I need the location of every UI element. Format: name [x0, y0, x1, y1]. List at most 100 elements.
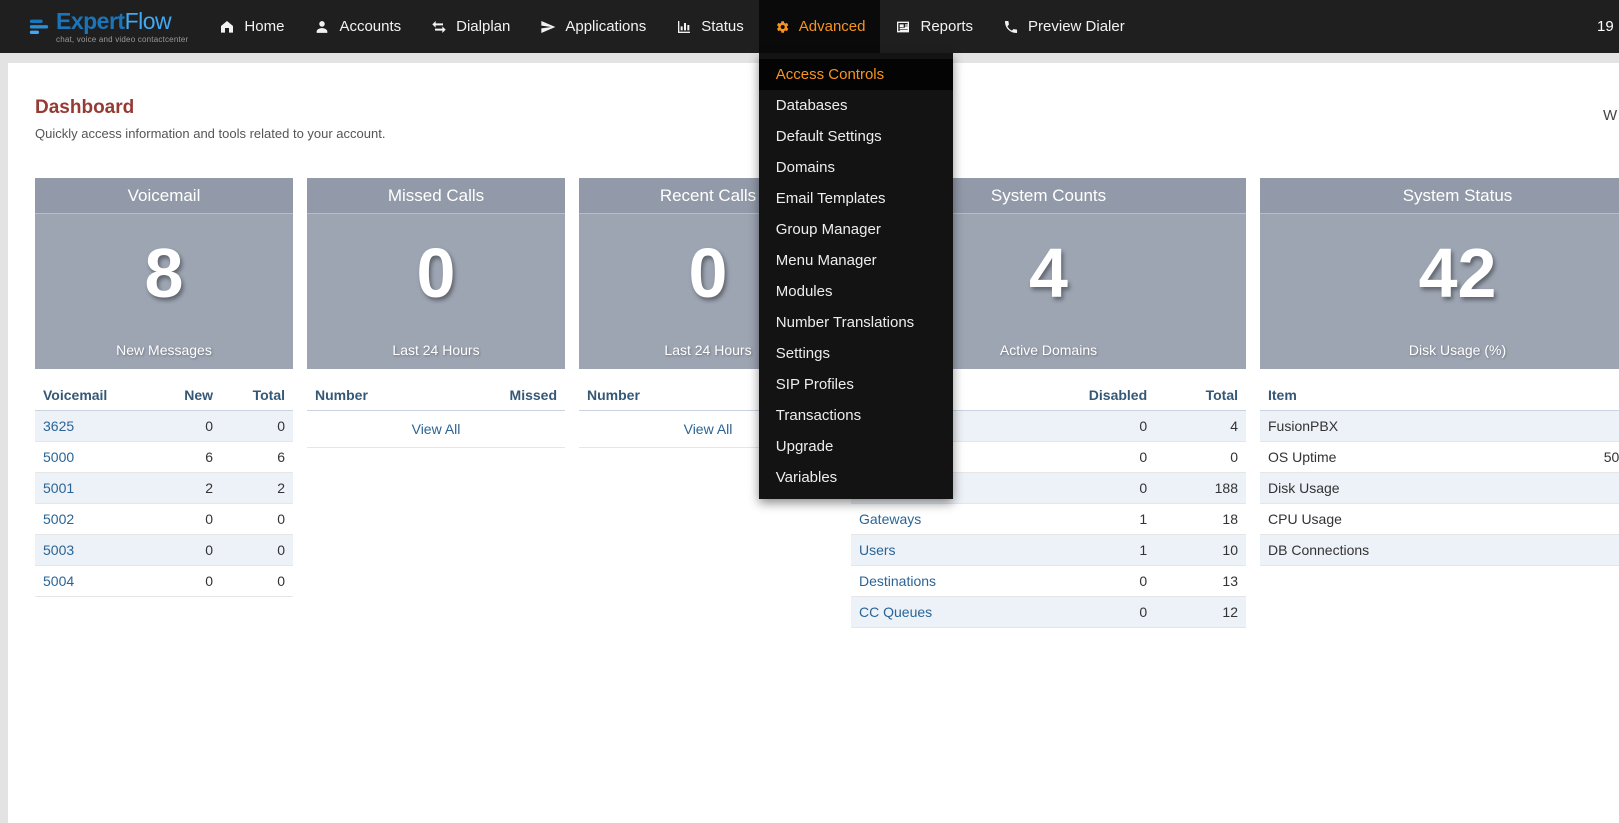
card-value: 8: [145, 238, 184, 308]
table-row: OS Uptime 50: [1260, 442, 1619, 473]
table-row: Disk Usage: [1260, 473, 1619, 504]
column-header: Item: [1260, 379, 1596, 411]
card-value: 42: [1419, 238, 1497, 308]
table-row: 5000 6 6: [35, 442, 293, 473]
cell-total: 0: [221, 535, 293, 566]
cell-disabled: 0: [1068, 597, 1155, 628]
menu-item-modules[interactable]: Modules: [759, 276, 953, 307]
nav-item-home[interactable]: Home: [204, 0, 299, 53]
view-all-link[interactable]: View All: [412, 421, 461, 437]
clock: 19: [1597, 0, 1614, 53]
status-item: OS Uptime: [1260, 442, 1596, 473]
nav-item-advanced[interactable]: Advanced Access Controls Databases Defau…: [759, 0, 881, 53]
cell-disabled: 0: [1068, 473, 1155, 504]
column-header: Total: [221, 379, 293, 411]
card-value: 0: [417, 238, 456, 308]
cell-total: 0: [221, 411, 293, 442]
card-title: Missed Calls: [307, 178, 565, 214]
column-header: [1596, 379, 1619, 411]
brand-tagline: chat, voice and video contactcenter: [56, 36, 188, 44]
table-header-row: Item: [1260, 379, 1619, 411]
voicemail-link[interactable]: 5000: [43, 449, 74, 465]
menu-item-menu-manager[interactable]: Menu Manager: [759, 245, 953, 276]
cell-total: 6: [221, 442, 293, 473]
menu-item-transactions[interactable]: Transactions: [759, 400, 953, 431]
brand-logo[interactable]: ExpertFlow chat, voice and video contact…: [28, 10, 188, 44]
cell-total: 0: [1155, 442, 1246, 473]
table-row: CC Queues 0 12: [851, 597, 1246, 628]
menu-item-settings[interactable]: Settings: [759, 338, 953, 369]
nav-item-dialplan[interactable]: Dialplan: [416, 0, 525, 53]
cell-total: 4: [1155, 411, 1246, 442]
card-caption: Last 24 Hours: [664, 342, 751, 369]
card-title: Voicemail: [35, 178, 293, 214]
phone-icon: [1003, 19, 1019, 35]
status-value: [1596, 535, 1619, 566]
menu-item-access-controls[interactable]: Access Controls: [759, 59, 953, 90]
voicemail-link[interactable]: 5003: [43, 542, 74, 558]
nav-item-status[interactable]: Status: [661, 0, 759, 53]
status-value: [1596, 411, 1619, 442]
cell-total: 0: [221, 566, 293, 597]
card-title: System Status: [1260, 178, 1619, 214]
top-navbar: ExpertFlow chat, voice and video contact…: [0, 0, 1619, 53]
voicemail-link[interactable]: 5004: [43, 573, 74, 589]
nav-item-accounts[interactable]: Accounts: [299, 0, 416, 53]
card-value: 4: [1029, 238, 1068, 308]
cell-new: 0: [154, 535, 221, 566]
menu-item-sip-profiles[interactable]: SIP Profiles: [759, 369, 953, 400]
menu-item-number-translations[interactable]: Number Translations: [759, 307, 953, 338]
table-row: Users 1 10: [851, 535, 1246, 566]
voicemail-link[interactable]: 5002: [43, 511, 74, 527]
voicemail-link[interactable]: 3625: [43, 418, 74, 434]
view-all-link[interactable]: View All: [684, 421, 733, 437]
cell-total: 188: [1155, 473, 1246, 504]
card-hero: 0 Last 24 Hours: [307, 214, 565, 369]
greeting-text: W: [1603, 107, 1617, 124]
menu-item-variables[interactable]: Variables: [759, 462, 953, 493]
menu-item-email-templates[interactable]: Email Templates: [759, 183, 953, 214]
card-caption: Disk Usage (%): [1409, 342, 1506, 369]
count-item-link[interactable]: Gateways: [859, 511, 921, 527]
nav-item-label: Home: [244, 18, 284, 35]
table-row: CPU Usage: [1260, 504, 1619, 535]
menu-item-default-settings[interactable]: Default Settings: [759, 121, 953, 152]
table-header-row: Voicemail New Total: [35, 379, 293, 411]
missed-calls-table: Number Missed View All: [307, 379, 565, 448]
table-row: 5004 0 0: [35, 566, 293, 597]
cell-new: 0: [154, 411, 221, 442]
status-value: [1596, 473, 1619, 504]
table-row: Gateways 1 18: [851, 504, 1246, 535]
menu-item-upgrade[interactable]: Upgrade: [759, 431, 953, 462]
menu-item-databases[interactable]: Databases: [759, 90, 953, 121]
column-header: Disabled: [1068, 379, 1155, 411]
card-caption: Last 24 Hours: [392, 342, 479, 369]
menu-item-group-manager[interactable]: Group Manager: [759, 214, 953, 245]
nav-item-preview-dialer[interactable]: Preview Dialer: [988, 0, 1140, 53]
table-row: 5003 0 0: [35, 535, 293, 566]
table-row: 3625 0 0: [35, 411, 293, 442]
voicemail-link[interactable]: 5001: [43, 480, 74, 496]
table-row: 5002 0 0: [35, 504, 293, 535]
count-item-link[interactable]: CC Queues: [859, 604, 932, 620]
status-value: 50: [1596, 442, 1619, 473]
status-item: CPU Usage: [1260, 504, 1596, 535]
home-icon: [219, 19, 235, 35]
nav-item-label: Status: [701, 18, 744, 35]
count-item-link[interactable]: Users: [859, 542, 896, 558]
brand-name-secondary: Flow: [125, 8, 172, 34]
cell-total: 0: [221, 504, 293, 535]
voicemail-table: Voicemail New Total 3625 0 0 5000 6 6: [35, 379, 293, 597]
cell-disabled: 0: [1068, 566, 1155, 597]
card-hero: 8 New Messages: [35, 214, 293, 369]
nav-item-reports[interactable]: Reports: [880, 0, 988, 53]
nav-item-applications[interactable]: Applications: [525, 0, 661, 53]
menu-item-domains[interactable]: Domains: [759, 152, 953, 183]
card-caption: Active Domains: [1000, 342, 1097, 369]
card-system-status: System Status 42 Disk Usage (%) Item Fus…: [1260, 178, 1619, 566]
card-voicemail: Voicemail 8 New Messages Voicemail New T…: [35, 178, 293, 597]
nav-item-label: Dialplan: [456, 18, 510, 35]
nav-item-label: Accounts: [339, 18, 401, 35]
column-header: New: [154, 379, 221, 411]
count-item-link[interactable]: Destinations: [859, 573, 936, 589]
